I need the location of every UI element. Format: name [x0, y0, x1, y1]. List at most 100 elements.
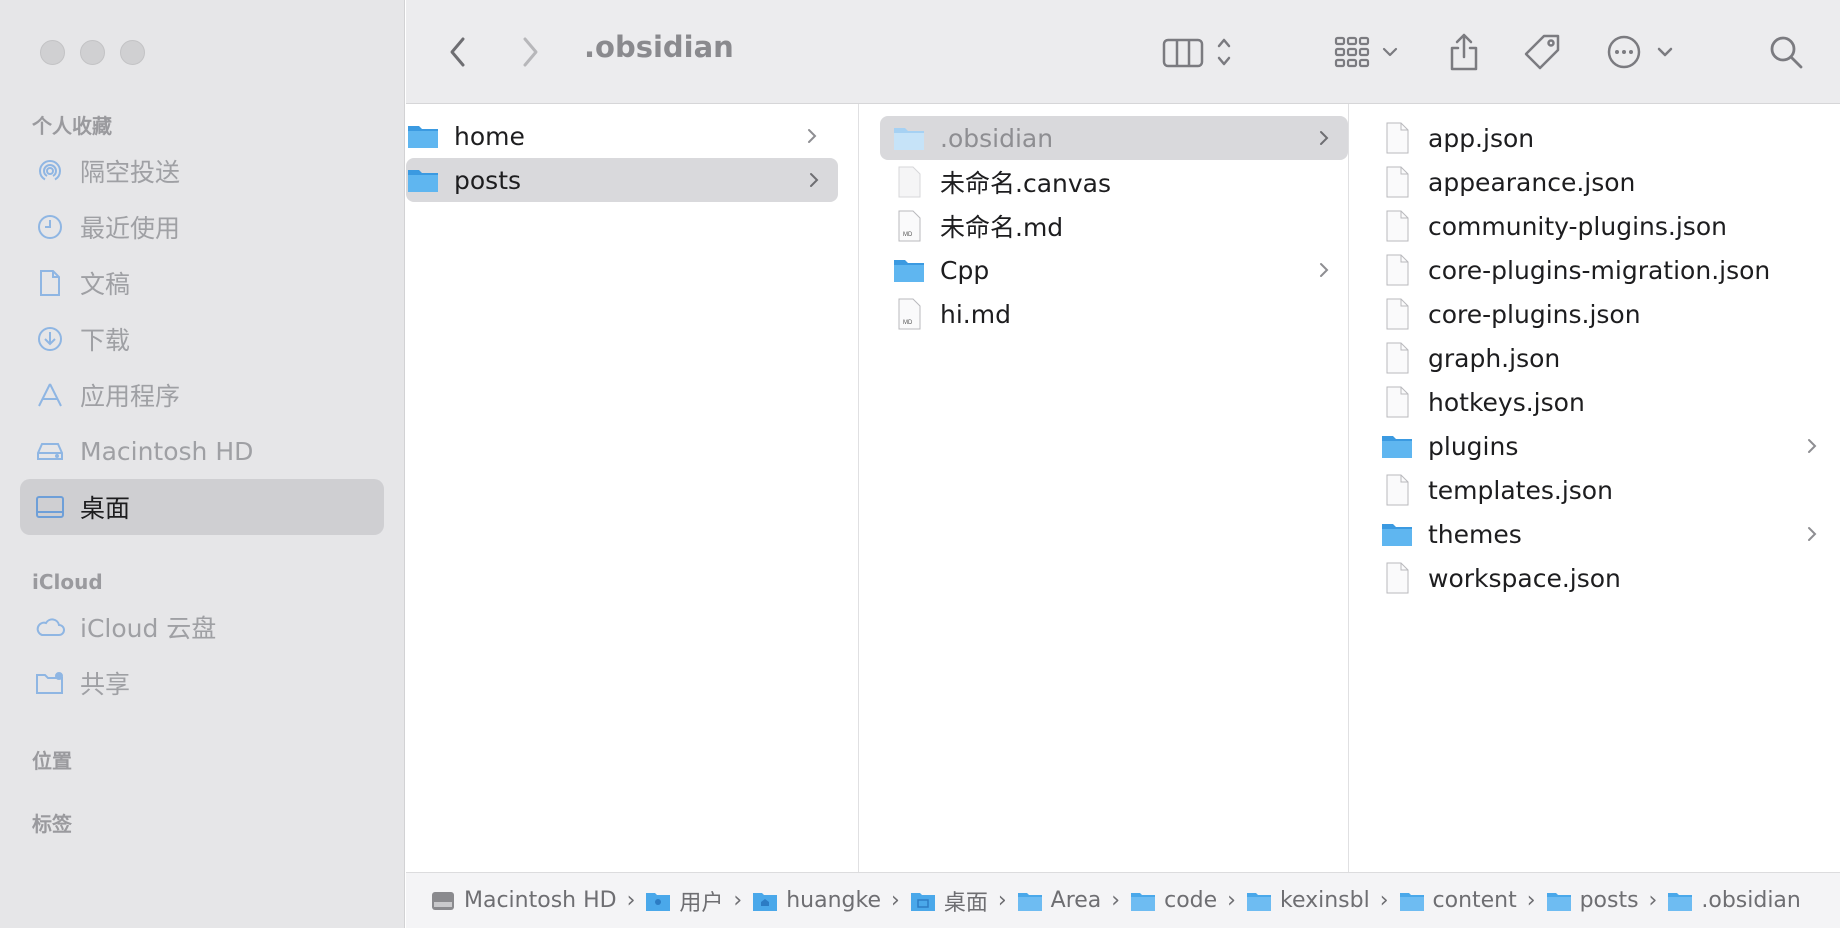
separator-chevron-icon: ›: [1227, 888, 1236, 913]
item-label: .obsidian: [940, 123, 1054, 153]
item-label: workspace.json: [1428, 563, 1621, 593]
file-icon: [1380, 297, 1414, 331]
path-bar: Macintosh HD › 用户 › huangke › 桌面 › Area › cod…: [406, 872, 1840, 928]
item-label: app.json: [1428, 123, 1535, 153]
window-title: .obsidian: [584, 30, 734, 64]
sidebar-item-downloads[interactable]: 下载: [20, 311, 384, 367]
breadcrumb-users[interactable]: 用户 ›: [645, 885, 752, 917]
list-item-themes[interactable]: themes: [1380, 512, 1836, 556]
view-mode-button[interactable]: [1160, 28, 1244, 76]
list-item-hotkeys-json[interactable]: hotkeys.json: [1380, 380, 1836, 424]
finder-window: 个人收藏 隔空投送 最近使用 文稿 下载 应用程序 Macintosh HD 桌…: [0, 0, 1840, 928]
zoom-window-button[interactable]: [120, 40, 145, 65]
clock-icon: [34, 211, 66, 243]
sidebar-item-airdrop[interactable]: 隔空投送: [20, 143, 384, 199]
breadcrumb-code[interactable]: code ›: [1130, 888, 1246, 914]
folder-icon: [1399, 888, 1427, 914]
breadcrumb-macintosh-hd[interactable]: Macintosh HD ›: [430, 888, 645, 914]
sidebar: 个人收藏 隔空投送 最近使用 文稿 下载 应用程序 Macintosh HD 桌…: [0, 0, 405, 928]
item-label: community-plugins.json: [1428, 211, 1727, 241]
sidebar-item-applications[interactable]: 应用程序: [20, 367, 384, 423]
breadcrumb-obsidian[interactable]: .obsidian: [1667, 888, 1801, 914]
shared-folder-icon: [34, 667, 66, 699]
back-button[interactable]: [436, 28, 480, 76]
separator-chevron-icon: ›: [626, 888, 636, 913]
separator-chevron-icon: ›: [733, 888, 743, 913]
share-button[interactable]: [1442, 28, 1486, 76]
chevron-right-icon: [1808, 439, 1817, 453]
sidebar-item-label: 隔空投送: [80, 158, 181, 187]
airdrop-icon: [34, 155, 66, 187]
sidebar-item-shared[interactable]: 共享: [20, 655, 384, 711]
list-item-app-json[interactable]: app.json: [1380, 116, 1836, 160]
close-window-button[interactable]: [40, 40, 65, 65]
sidebar-item-icloud-drive[interactable]: iCloud 云盘: [20, 599, 384, 655]
folder-icon: [1130, 888, 1158, 914]
folder-icon: [892, 121, 926, 155]
file-icon: [1380, 209, 1414, 243]
sidebar-item-desktop[interactable]: 桌面: [20, 479, 384, 535]
separator-chevron-icon: ›: [1648, 888, 1658, 913]
group-button[interactable]: [1330, 28, 1410, 76]
file-icon: [1380, 165, 1414, 199]
list-item-home[interactable]: home: [406, 114, 836, 158]
column-2: .obsidian 未命名.canvas MD 未命名.md Cpp MD hi…: [860, 104, 1349, 872]
sidebar-item-label: 应用程序: [80, 382, 181, 411]
list-item-appearance-json[interactable]: appearance.json: [1380, 160, 1836, 204]
tag-icon: [1524, 34, 1560, 70]
cloud-icon: [34, 611, 66, 643]
breadcrumb-kexinsbl[interactable]: kexinsbl ›: [1246, 888, 1399, 914]
file-icon: [1380, 341, 1414, 375]
breadcrumb-area[interactable]: Area ›: [1017, 888, 1130, 914]
list-item-cpp[interactable]: Cpp: [880, 248, 1348, 292]
breadcrumb-content[interactable]: content ›: [1399, 888, 1546, 914]
sidebar-section-locations: 位置: [32, 749, 72, 773]
file-icon: [892, 165, 926, 199]
list-item-core-plugins-migration-json[interactable]: core-plugins-migration.json: [1380, 248, 1836, 292]
chevron-right-icon: [1808, 527, 1817, 541]
column-view-icon: [1162, 38, 1231, 68]
folder-icon: [1380, 517, 1414, 551]
group-grid-icon: [1334, 36, 1398, 68]
list-item-untitled-md[interactable]: MD 未命名.md: [880, 204, 1348, 248]
sidebar-item-label: Macintosh HD: [80, 436, 254, 466]
list-item-plugins[interactable]: plugins: [1380, 424, 1836, 468]
list-item-templates-json[interactable]: templates.json: [1380, 468, 1836, 512]
more-actions-button[interactable]: [1604, 28, 1682, 76]
sidebar-item-macintosh-hd[interactable]: Macintosh HD: [20, 423, 384, 479]
sidebar-item-label: 下载: [80, 326, 131, 355]
list-item-graph-json[interactable]: graph.json: [1380, 336, 1836, 380]
sidebar-section-favorites: 个人收藏: [32, 114, 112, 138]
tag-button[interactable]: [1520, 28, 1564, 76]
item-label: 未命名.md: [940, 213, 1064, 242]
list-item-canvas[interactable]: 未命名.canvas: [880, 160, 1348, 204]
folder-icon: [1546, 888, 1574, 914]
sidebar-item-recents[interactable]: 最近使用: [20, 199, 384, 255]
search-button[interactable]: [1762, 28, 1810, 76]
sidebar-item-label: 文稿: [80, 270, 131, 299]
folder-icon: [1667, 888, 1695, 914]
list-item-posts[interactable]: posts: [406, 158, 838, 202]
folder-icon: [892, 253, 926, 287]
breadcrumb-posts[interactable]: posts ›: [1546, 888, 1668, 914]
sidebar-item-documents[interactable]: 文稿: [20, 255, 384, 311]
markdown-file-icon: MD: [892, 209, 926, 243]
list-item-core-plugins-json[interactable]: core-plugins.json: [1380, 292, 1836, 336]
list-item-obsidian[interactable]: .obsidian: [880, 116, 1348, 160]
hard-drive-icon: [430, 888, 458, 914]
file-icon: [1380, 121, 1414, 155]
breadcrumb-desktop[interactable]: 桌面 ›: [910, 885, 1017, 917]
breadcrumb-home[interactable]: huangke ›: [752, 888, 910, 914]
folder-icon: [1017, 888, 1045, 914]
forward-button[interactable]: [508, 28, 552, 76]
list-item-hi-md[interactable]: MD hi.md: [880, 292, 1348, 336]
sidebar-section-icloud: iCloud: [32, 570, 103, 594]
item-label: core-plugins-migration.json: [1428, 255, 1771, 285]
item-label: Cpp: [940, 255, 990, 285]
list-item-community-plugins-json[interactable]: community-plugins.json: [1380, 204, 1836, 248]
sidebar-section-tags: 标签: [32, 812, 72, 836]
applications-icon: [34, 379, 66, 411]
list-item-workspace-json[interactable]: workspace.json: [1380, 556, 1836, 600]
folder-icon: [1246, 888, 1274, 914]
minimize-window-button[interactable]: [80, 40, 105, 65]
